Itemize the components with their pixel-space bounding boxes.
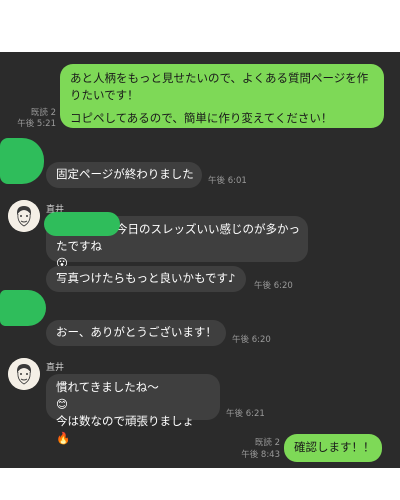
- message-time: 午後 5:21: [17, 119, 56, 129]
- message-text: 写真つけたらもっと良いかもです♪: [56, 271, 236, 285]
- read-receipt: 既読 2: [30, 108, 56, 118]
- message-text: 確認します！！: [294, 440, 375, 454]
- fire-icon: 🔥: [56, 431, 71, 445]
- message-line: 今は数なので頑張りましょ 🔥: [56, 413, 210, 447]
- message-line: あと人柄をもっと見せたいので、よくある質問ページを作: [70, 71, 369, 85]
- chat-area: あと人柄をもっと見せたいので、よくある質問ページを作 りたいです！ コピペしてあ…: [0, 52, 400, 468]
- incoming-message-bubble[interactable]: おー、ありがとうございます！: [46, 320, 226, 346]
- message-time: 午後 6:21: [226, 409, 265, 419]
- redaction-mark: [0, 290, 46, 326]
- incoming-message-bubble[interactable]: 固定ページが終わりました: [46, 162, 202, 188]
- redaction-mark: [0, 138, 44, 184]
- sender-avatar[interactable]: [8, 358, 40, 390]
- read-receipt: 既読 2: [254, 438, 280, 448]
- message-time: 午後 6:20: [232, 335, 271, 345]
- incoming-message-bubble[interactable]: 写真つけたらもっと良いかもです♪: [46, 266, 246, 292]
- message-line: 慣れてきましたね〜 😊: [56, 379, 210, 413]
- smiling-face-icon: 😊: [56, 397, 68, 411]
- message-text: おー、ありがとうございます！: [56, 325, 217, 339]
- incoming-message-bubble[interactable]: 慣れてきましたね〜 😊 今は数なので頑張りましょ 🔥: [46, 374, 220, 445]
- face-illustration-icon: [8, 358, 40, 390]
- redaction-mark: [44, 212, 120, 236]
- message-text: 固定ページが終わりました: [56, 167, 194, 181]
- face-illustration-icon: [8, 200, 40, 232]
- sender-name: 直井: [46, 363, 65, 373]
- outgoing-message-bubble[interactable]: 確認します！！: [284, 434, 382, 462]
- message-time: 午後 6:20: [254, 281, 293, 291]
- message-line: りたいです！: [70, 88, 139, 102]
- message-line: コピペしてあるので、簡単に作り変えてください！: [70, 111, 333, 125]
- sender-avatar[interactable]: [8, 200, 40, 232]
- message-time: 午後 6:01: [208, 176, 247, 186]
- message-time: 午後 8:43: [241, 450, 280, 460]
- outgoing-message-bubble[interactable]: あと人柄をもっと見せたいので、よくある質問ページを作 りたいです！ コピペしてあ…: [60, 64, 384, 128]
